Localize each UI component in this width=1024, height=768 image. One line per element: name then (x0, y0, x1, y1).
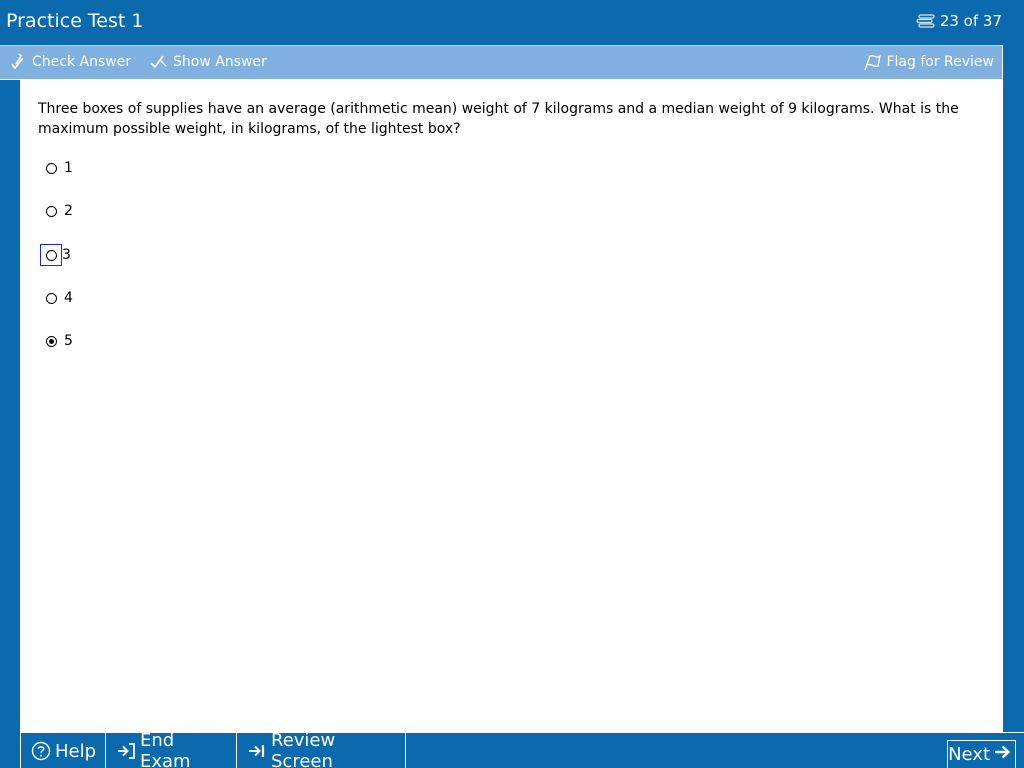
radio-button[interactable] (45, 205, 57, 217)
exam-window: Practice Test 1 23 of 37 Check Answer Sh… (0, 0, 1024, 768)
radio-button[interactable] (45, 292, 57, 304)
option-label: 1 (64, 160, 73, 176)
review-screen-label: Review Screen (271, 730, 336, 768)
footer-bar: Help End Exam Review Screen Next (20, 730, 1024, 768)
next-button[interactable]: Next (947, 740, 1016, 768)
check-answer-button[interactable]: Check Answer (10, 52, 131, 72)
flag-label: Flag for Review (886, 54, 994, 70)
help-label: Help (55, 740, 97, 762)
option-label: 4 (64, 290, 73, 306)
flag-for-review-button[interactable]: Flag for Review (862, 52, 994, 72)
radio-wrapper (40, 157, 62, 179)
option-label: 3 (62, 247, 71, 263)
show-answer-label: Show Answer (173, 54, 267, 70)
question-progress: 23 of 37 (916, 12, 1002, 30)
answer-option-1[interactable]: 1 (40, 156, 73, 180)
flag-icon (862, 52, 882, 72)
page-title: Practice Test 1 (6, 10, 144, 32)
answer-option-5[interactable]: 5 (40, 329, 73, 353)
end-exam-button[interactable]: End Exam (105, 730, 237, 768)
end-exam-label: End Exam (140, 730, 191, 768)
question-text: Three boxes of supplies have an average … (38, 101, 959, 137)
option-label: 2 (64, 203, 73, 219)
question-circle-icon (31, 741, 51, 761)
arrow-to-bar-icon (247, 741, 267, 761)
title-bar: Practice Test 1 23 of 37 (0, 0, 1024, 45)
question-panel: Three boxes of supplies have an average … (20, 79, 1003, 732)
radio-button[interactable] (45, 249, 57, 261)
radio-wrapper (40, 287, 62, 309)
checkmark-pen-icon (149, 52, 169, 72)
exit-arrow-icon (116, 741, 136, 761)
checkmark-pen-icon (10, 52, 28, 72)
help-button[interactable]: Help (20, 733, 106, 768)
radio-button[interactable] (45, 162, 57, 174)
arrow-right-icon (993, 742, 1013, 767)
review-screen-button[interactable]: Review Screen (236, 730, 406, 768)
progress-text: 23 of 37 (939, 12, 1002, 30)
radio-focus-box (40, 244, 62, 266)
answer-option-4[interactable]: 4 (40, 286, 73, 310)
toolbar: Check Answer Show Answer Flag for Review (0, 45, 1003, 80)
radio-button-selected[interactable] (45, 335, 57, 347)
radio-wrapper (40, 200, 62, 222)
check-answer-label: Check Answer (32, 54, 132, 70)
answer-option-3[interactable]: 3 (40, 243, 71, 267)
show-answer-button[interactable]: Show Answer (149, 52, 267, 72)
list-icon (916, 14, 936, 28)
next-label: Next (948, 744, 990, 765)
option-label: 5 (64, 333, 73, 349)
answer-option-2[interactable]: 2 (40, 199, 73, 223)
radio-wrapper (40, 330, 62, 352)
